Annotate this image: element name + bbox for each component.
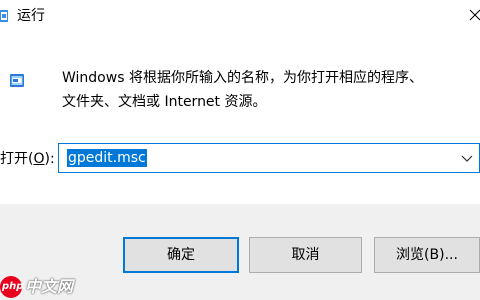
dialog-content	[0, 36, 480, 204]
open-label-prefix: 打开(	[0, 151, 34, 167]
title-bar: 运行	[0, 0, 480, 36]
description-line-2: 文件夹、文档或 Internet 资源。	[62, 94, 267, 110]
browse-button[interactable]: 浏览(B)...	[374, 237, 480, 273]
open-label: 打开(O):	[0, 150, 55, 168]
open-input-value[interactable]: gpedit.msc	[67, 149, 147, 167]
open-label-hotkey: O	[33, 151, 45, 167]
watermark-logo-text: php	[2, 281, 24, 292]
description: Windows 将根据你所输入的名称，为你打开相应的程序、 文件夹、文档或 In…	[62, 66, 472, 114]
open-combobox[interactable]: gpedit.msc	[58, 143, 480, 173]
close-icon[interactable]	[466, 0, 480, 30]
description-line-1: Windows 将根据你所输入的名称，为你打开相应的程序、	[62, 70, 423, 86]
run-icon	[10, 74, 24, 87]
window-title: 运行	[17, 8, 45, 24]
chevron-down-icon[interactable]	[461, 152, 473, 164]
open-label-suffix: ):	[44, 151, 55, 167]
watermark-text: 中文网	[25, 277, 74, 296]
watermark-logo: php	[0, 276, 24, 298]
ok-button[interactable]: 确定	[123, 237, 239, 273]
cancel-button[interactable]: 取消	[249, 237, 362, 273]
run-app-icon	[0, 10, 8, 22]
